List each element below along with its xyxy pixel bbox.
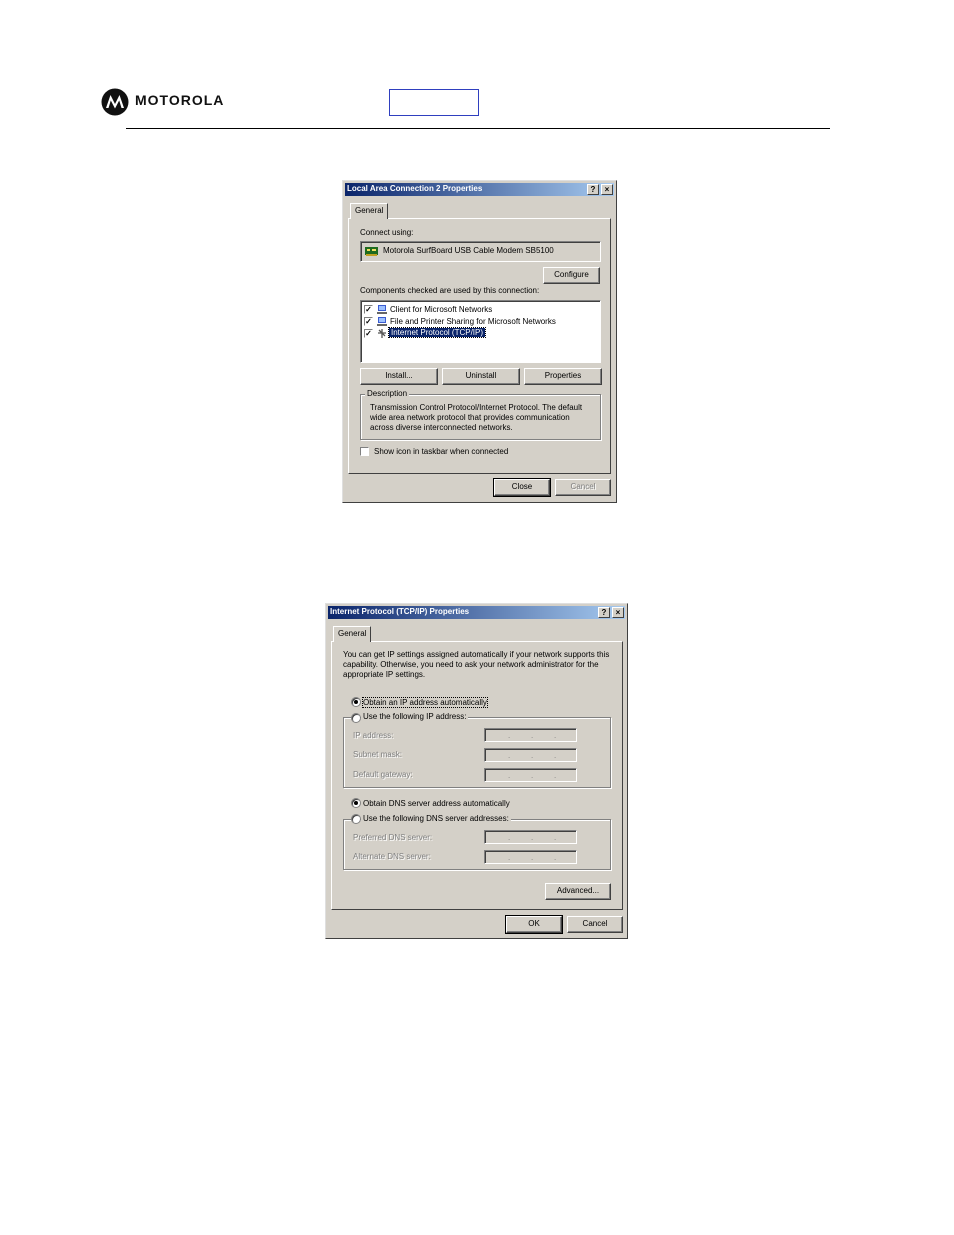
- network-adapter-icon: [365, 247, 378, 256]
- cancel-button[interactable]: Cancel: [555, 479, 611, 496]
- connect-using-label: Connect using:: [360, 228, 414, 237]
- alternate-dns-field[interactable]: ...: [484, 850, 577, 864]
- close-button[interactable]: Close: [493, 478, 551, 497]
- component-checkbox[interactable]: ✓: [364, 305, 373, 314]
- description-legend: Description: [365, 389, 410, 398]
- header-link-box[interactable]: [389, 89, 479, 116]
- preferred-dns-label: Preferred DNS server:: [353, 833, 433, 842]
- adapter-field: Motorola SurfBoard USB Cable Modem SB510…: [360, 241, 601, 262]
- configure-button[interactable]: Configure: [543, 267, 600, 284]
- tab-general[interactable]: General: [333, 626, 372, 642]
- advanced-button[interactable]: Advanced...: [545, 883, 611, 900]
- intro-text: You can get IP settings assigned automat…: [343, 650, 610, 679]
- title-bar[interactable]: Local Area Connection 2 Properties ? ×: [345, 183, 614, 196]
- help-button[interactable]: ?: [598, 607, 610, 618]
- subnet-mask-label: Subnet mask:: [353, 750, 402, 759]
- brand-name: MOTOROLA: [135, 92, 225, 108]
- file-printer-sharing-icon: [377, 317, 387, 326]
- component-checkbox[interactable]: ✓: [364, 329, 373, 338]
- components-list[interactable]: ✓ Client for Microsoft Networks ✓ File a…: [360, 300, 601, 363]
- uninstall-button[interactable]: Uninstall: [442, 368, 520, 385]
- close-icon[interactable]: ×: [601, 184, 613, 195]
- component-checkbox[interactable]: ✓: [364, 317, 373, 326]
- show-icon-label: Show icon in taskbar when connected: [374, 447, 509, 456]
- show-icon-checkbox[interactable]: [360, 447, 369, 456]
- use-following-ip-label[interactable]: Use the following IP address:: [361, 712, 469, 721]
- properties-button[interactable]: Properties: [524, 368, 602, 385]
- help-button[interactable]: ?: [587, 184, 599, 195]
- alternate-dns-label: Alternate DNS server:: [353, 852, 431, 861]
- obtain-ip-auto-label[interactable]: Obtain an IP address automatically: [362, 697, 488, 708]
- obtain-dns-auto-radio[interactable]: [351, 798, 361, 808]
- default-gateway-field[interactable]: ...: [484, 768, 577, 782]
- cancel-button[interactable]: Cancel: [567, 916, 623, 933]
- preferred-dns-field[interactable]: ...: [484, 830, 577, 844]
- obtain-dns-auto-label[interactable]: Obtain DNS server address automatically: [363, 799, 510, 808]
- install-button[interactable]: Install...: [360, 368, 438, 385]
- component-label: Internet Protocol (TCP/IP): [387, 327, 487, 338]
- lan-properties-dialog: Local Area Connection 2 Properties ? × G…: [342, 180, 617, 503]
- use-following-dns-radio[interactable]: [351, 814, 361, 824]
- ok-button[interactable]: OK: [505, 915, 563, 934]
- tab-general[interactable]: General: [350, 203, 389, 219]
- close-icon[interactable]: ×: [612, 607, 624, 618]
- obtain-ip-auto-radio[interactable]: [351, 697, 361, 707]
- use-following-dns-label[interactable]: Use the following DNS server addresses:: [361, 814, 511, 823]
- header-divider: [126, 128, 830, 129]
- ip-address-field[interactable]: ...: [484, 728, 577, 742]
- use-following-ip-radio[interactable]: [351, 713, 361, 723]
- tcpip-properties-dialog: Internet Protocol (TCP/IP) Properties ? …: [325, 603, 628, 939]
- motorola-logo-icon: [101, 88, 129, 116]
- protocol-icon: [378, 329, 386, 338]
- network-client-icon: [377, 305, 387, 314]
- description-text: Transmission Control Protocol/Internet P…: [370, 403, 583, 432]
- dialog-title: Internet Protocol (TCP/IP) Properties: [330, 607, 470, 616]
- component-label: Client for Microsoft Networks: [390, 305, 493, 314]
- subnet-mask-field[interactable]: ...: [484, 748, 577, 762]
- adapter-name: Motorola SurfBoard USB Cable Modem SB510…: [383, 246, 554, 255]
- title-bar[interactable]: Internet Protocol (TCP/IP) Properties ? …: [328, 606, 625, 619]
- dialog-title: Local Area Connection 2 Properties: [347, 184, 483, 193]
- default-gateway-label: Default gateway:: [353, 770, 413, 779]
- ip-address-label: IP address:: [353, 731, 394, 740]
- components-label: Components checked are used by this conn…: [360, 286, 540, 295]
- component-label: File and Printer Sharing for Microsoft N…: [390, 317, 556, 326]
